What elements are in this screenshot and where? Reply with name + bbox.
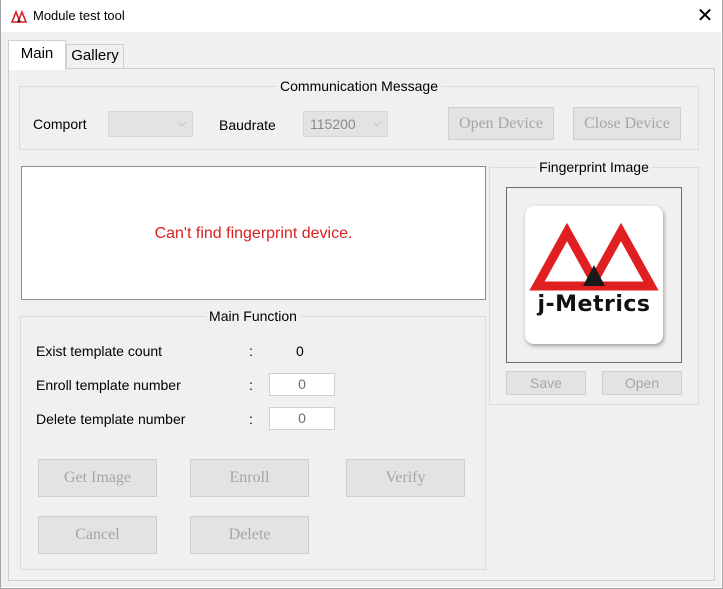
- enroll-template-number-label: Enroll template number: [36, 377, 181, 393]
- baudrate-value: 115200: [310, 116, 356, 132]
- message-box: Can't find fingerprint device.: [21, 166, 486, 300]
- title-bar: Module test tool ✕: [0, 0, 723, 32]
- get-image-button[interactable]: Get Image: [38, 459, 157, 497]
- exist-template-count-value: 0: [296, 343, 304, 359]
- verify-button[interactable]: Verify: [346, 459, 465, 497]
- exist-template-count-label: Exist template count: [36, 343, 163, 359]
- enroll-template-number-separator: :: [249, 377, 253, 393]
- window-title: Module test tool: [33, 8, 125, 23]
- tab-gallery[interactable]: Gallery: [66, 44, 124, 68]
- logo-text: j-Metrics: [537, 292, 651, 317]
- fingerprint-image-group-title: Fingerprint Image: [536, 159, 652, 175]
- exist-template-count-separator: :: [249, 343, 253, 359]
- enroll-template-number-input[interactable]: 0: [269, 373, 335, 396]
- open-button[interactable]: Open: [602, 371, 682, 395]
- close-device-button[interactable]: Close Device: [573, 107, 681, 140]
- delete-template-number-label: Delete template number: [36, 411, 186, 427]
- save-button[interactable]: Save: [506, 371, 586, 395]
- status-message: Can't find fingerprint device.: [154, 225, 353, 242]
- open-device-button[interactable]: Open Device: [448, 107, 554, 140]
- jmetrics-logo: j-Metrics: [525, 206, 663, 344]
- chevron-down-icon: ⌵: [373, 118, 381, 129]
- tab-main[interactable]: Main: [8, 40, 66, 70]
- baudrate-label: Baudrate: [219, 117, 276, 133]
- delete-template-number-input[interactable]: 0: [269, 407, 335, 430]
- communication-group-title: Communication Message: [277, 78, 441, 94]
- delete-template-number-separator: :: [249, 411, 253, 427]
- app-logo-icon: [11, 9, 27, 23]
- enroll-button[interactable]: Enroll: [190, 459, 309, 497]
- delete-button[interactable]: Delete: [190, 516, 309, 554]
- close-icon[interactable]: ✕: [690, 2, 720, 30]
- main-function-group-title: Main Function: [206, 308, 300, 324]
- baudrate-select[interactable]: 115200 ⌵: [303, 111, 388, 137]
- chevron-down-icon: ⌵: [178, 118, 186, 129]
- jmetrics-logo-mark-icon: [529, 222, 659, 291]
- cancel-button[interactable]: Cancel: [38, 516, 157, 554]
- fingerprint-image-box: j-Metrics: [506, 187, 682, 363]
- comport-label: Comport: [33, 116, 87, 132]
- comport-select[interactable]: ⌵: [108, 111, 193, 137]
